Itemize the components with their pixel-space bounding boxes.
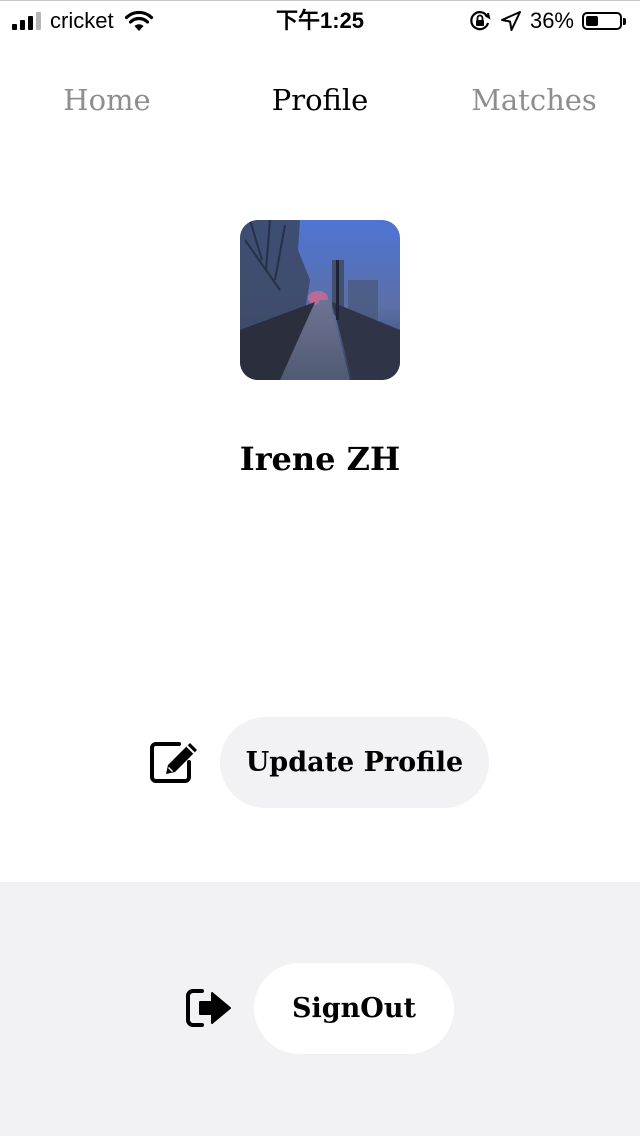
- status-bar: cricket 下午1:25 36%: [0, 0, 640, 40]
- sign-out-icon[interactable]: [186, 988, 232, 1028]
- orientation-lock-icon: [470, 11, 491, 31]
- battery-percent: 36%: [529, 8, 574, 33]
- tab-home[interactable]: Home: [27, 80, 187, 120]
- signout-button[interactable]: SignOut: [254, 963, 454, 1054]
- signout-panel: SignOut: [0, 882, 640, 1136]
- avatar: [240, 220, 400, 380]
- update-profile-button[interactable]: Update Profile: [220, 717, 489, 808]
- tab-matches[interactable]: Matches: [454, 80, 614, 120]
- location-arrow-icon: [500, 11, 521, 31]
- user-name: Irene ZH: [239, 440, 401, 478]
- edit-icon[interactable]: [149, 738, 201, 784]
- battery-icon: [582, 12, 626, 30]
- status-right: 36%: [468, 7, 626, 35]
- tab-profile[interactable]: Profile: [240, 80, 400, 120]
